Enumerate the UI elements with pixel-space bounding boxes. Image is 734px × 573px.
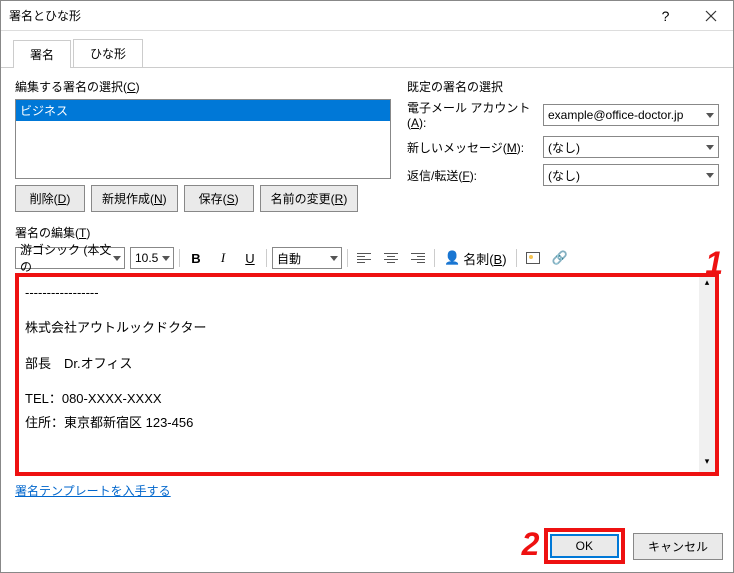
insert-link-button[interactable]: 🔗 (549, 247, 571, 269)
rename-button[interactable]: 名前の変更(R) (260, 185, 359, 212)
editor-line: 株式会社アウトルックドクター (25, 316, 709, 339)
dialog-window: 署名とひな形 ? 署名 ひな形 編集する署名の選択(C) ビジネス 削除(D) … (0, 0, 734, 573)
editor-line: 住所：東京都新宿区 123-456 (25, 411, 709, 434)
link-icon: 🔗 (551, 250, 567, 266)
titlebar: 署名とひな形 ? (1, 1, 733, 31)
tab-strip: 署名 ひな形 (1, 31, 733, 68)
save-button[interactable]: 保存(S) (184, 185, 254, 212)
bizcard-icon: 👤 (444, 250, 460, 266)
close-button[interactable] (688, 1, 733, 31)
italic-button[interactable]: I (212, 247, 234, 269)
align-right-icon (411, 253, 425, 263)
content-area: 編集する署名の選択(C) ビジネス 削除(D) 新規作成(N) 保存(S) 名前… (1, 68, 733, 509)
ok-button[interactable]: OK (550, 534, 619, 558)
align-right-button[interactable] (407, 247, 429, 269)
align-left-button[interactable] (353, 247, 375, 269)
scroll-down-icon[interactable]: ▾ (699, 456, 715, 472)
color-combo[interactable]: 自動 (272, 247, 342, 269)
align-center-icon (384, 253, 398, 263)
account-combo[interactable]: example@office-doctor.jp (543, 104, 719, 126)
editor-scrollbar[interactable]: ▴ ▾ (699, 277, 715, 472)
help-button[interactable]: ? (643, 1, 688, 31)
select-label: 編集する署名の選択(C) (15, 78, 391, 95)
ok-highlight-box: 2 OK (544, 528, 625, 564)
bold-button[interactable]: B (185, 247, 207, 269)
dialog-footer: 2 OK キャンセル (544, 528, 723, 564)
signature-listbox[interactable]: ビジネス (15, 99, 391, 179)
get-templates-link[interactable]: 署名テンプレートを入手する (15, 484, 171, 498)
cancel-button[interactable]: キャンセル (633, 533, 723, 560)
annotation-2: 2 (522, 526, 540, 563)
toolbar-separator (347, 249, 348, 267)
new-button[interactable]: 新規作成(N) (91, 185, 178, 212)
insert-image-button[interactable] (522, 247, 544, 269)
signature-editor[interactable]: ----------------- 株式会社アウトルックドクター 部長 Dr.オ… (19, 277, 715, 472)
align-left-icon (357, 253, 371, 263)
editor-line: TEL：080-XXXX-XXXX (25, 387, 709, 410)
editor-line: ----------------- (25, 281, 709, 304)
reply-combo[interactable]: (なし) (543, 164, 719, 186)
editor-line: 部長 Dr.オフィス (25, 352, 709, 375)
scroll-up-icon[interactable]: ▴ (699, 277, 715, 293)
toolbar-separator (516, 249, 517, 267)
toolbar-separator (266, 249, 267, 267)
image-icon (526, 252, 540, 264)
reply-label: 返信/転送(F): (407, 167, 537, 184)
toolbar-separator (179, 249, 180, 267)
new-message-combo[interactable]: (なし) (543, 136, 719, 158)
signature-select-section: 編集する署名の選択(C) ビジネス 削除(D) 新規作成(N) 保存(S) 名前… (15, 78, 391, 212)
edit-signature-label: 署名の編集(T) (15, 224, 719, 241)
default-sig-header: 既定の署名の選択 (407, 78, 719, 95)
window-title: 署名とひな形 (1, 7, 81, 24)
align-center-button[interactable] (380, 247, 402, 269)
tab-signature[interactable]: 署名 (13, 40, 71, 68)
scroll-track[interactable] (699, 293, 715, 456)
bizcard-button[interactable]: 👤 名刺(B) (440, 247, 511, 269)
close-icon (705, 10, 717, 22)
toolbar-separator (434, 249, 435, 267)
editor-toolbar: 游ゴシック (本文の 10.5 B I U 自動 👤 名刺(B) 🔗 (15, 245, 719, 271)
underline-button[interactable]: U (239, 247, 261, 269)
account-label: 電子メール アカウント(A): (407, 99, 537, 130)
delete-button[interactable]: 削除(D) (15, 185, 85, 212)
new-message-label: 新しいメッセージ(M): (407, 139, 537, 156)
signature-list-item[interactable]: ビジネス (16, 100, 390, 121)
default-signature-section: 既定の署名の選択 電子メール アカウント(A): example@office-… (407, 78, 719, 212)
fontsize-combo[interactable]: 10.5 (130, 247, 174, 269)
editor-highlight-box: ----------------- 株式会社アウトルックドクター 部長 Dr.オ… (15, 273, 719, 476)
font-combo[interactable]: 游ゴシック (本文の (15, 247, 125, 269)
tab-template[interactable]: ひな形 (73, 39, 143, 67)
